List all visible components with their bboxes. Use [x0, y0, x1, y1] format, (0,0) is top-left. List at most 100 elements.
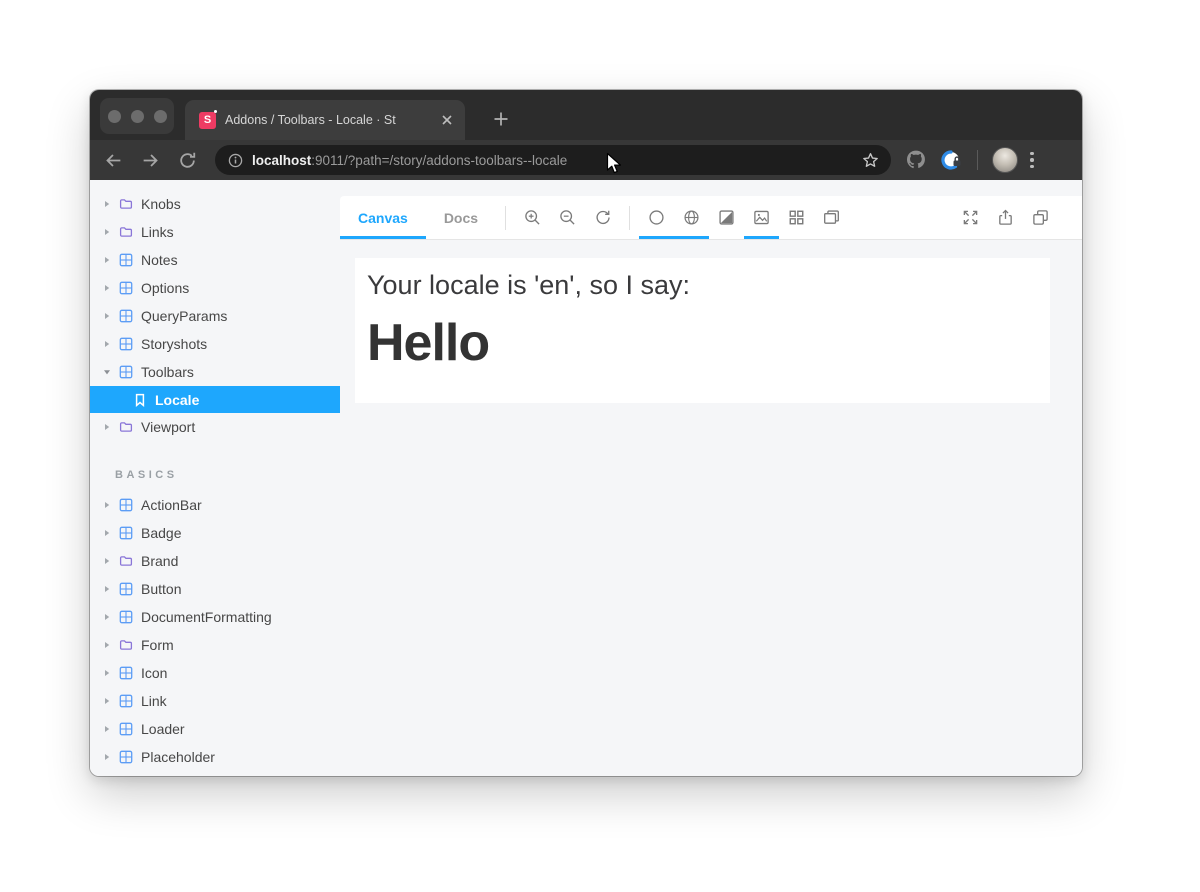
- folder-icon: [119, 197, 133, 211]
- tab-docs[interactable]: Docs: [426, 196, 496, 239]
- bookmark-icon: [133, 393, 147, 407]
- story-locale-line: Your locale is 'en', so I say:: [367, 270, 1050, 301]
- chevron-right-icon: [103, 585, 111, 593]
- chevron-right-icon: [103, 529, 111, 537]
- chevron-right-icon: [103, 228, 111, 236]
- sidebar-item-label: Links: [141, 224, 174, 240]
- tab-close-icon[interactable]: [439, 112, 455, 128]
- browser-menu-button[interactable]: [1030, 152, 1034, 169]
- back-button[interactable]: [104, 151, 123, 170]
- chevron-right-icon: [103, 423, 111, 431]
- component-icon: [119, 253, 133, 267]
- sidebar-item-label: Button: [141, 581, 181, 597]
- sidebar-item-label: Storyshots: [141, 336, 207, 352]
- minimize-window-button[interactable]: [131, 110, 144, 123]
- sidebar-item-notes[interactable]: Notes: [90, 246, 340, 274]
- chevron-right-icon: [103, 501, 111, 509]
- component-icon: [119, 610, 133, 624]
- storybook-favicon-icon: S: [199, 112, 216, 129]
- sidebar-item-label: Icon: [141, 665, 167, 681]
- sidebar-item-loader[interactable]: Loader: [90, 715, 340, 743]
- chevron-right-icon: [103, 256, 111, 264]
- sidebar-item-locale-selected[interactable]: Locale: [90, 386, 340, 413]
- sidebar-item-label: Toolbars: [141, 364, 194, 380]
- new-tab-button[interactable]: [492, 110, 510, 128]
- toolbar-divider: [629, 206, 630, 230]
- address-bar[interactable]: localhost:9011/?path=/story/addons-toolb…: [215, 145, 891, 175]
- component-icon: [119, 365, 133, 379]
- maximize-window-button[interactable]: [154, 110, 167, 123]
- sidebar-item-link[interactable]: Link: [90, 687, 340, 715]
- browser-window: S Addons / Toolbars - Locale · St localh…: [90, 90, 1082, 776]
- window-controls: [100, 98, 174, 134]
- sidebar-item-links[interactable]: Links: [90, 218, 340, 246]
- forward-button[interactable]: [141, 151, 160, 170]
- component-icon: [119, 582, 133, 596]
- sidebar-item-queryparams[interactable]: QueryParams: [90, 302, 340, 330]
- story-card: Your locale is 'en', so I say: Hello: [355, 258, 1050, 403]
- sidebar-item-label: DocumentFormatting: [141, 609, 272, 625]
- open-canvas-new-tab-button[interactable]: [988, 196, 1023, 239]
- fullscreen-button[interactable]: [953, 196, 988, 239]
- sidebar-item-label: Badge: [141, 525, 181, 541]
- grid-toggle-button[interactable]: [779, 196, 814, 239]
- background-toggle-button[interactable]: [639, 196, 674, 239]
- component-icon: [119, 309, 133, 323]
- folder-icon: [119, 554, 133, 568]
- zoom-out-button[interactable]: [550, 196, 585, 239]
- zoom-in-button[interactable]: [515, 196, 550, 239]
- storybook-sidebar: Knobs Links Notes Options QueryParams: [90, 180, 340, 776]
- browser-titlebar: S Addons / Toolbars - Locale · St: [90, 90, 1082, 140]
- sidebar-item-placeholder[interactable]: Placeholder: [90, 743, 340, 771]
- component-icon: [119, 498, 133, 512]
- story-canvas: Your locale is 'en', so I say: Hello: [340, 240, 1082, 776]
- story-greeting-text: Hello: [367, 313, 1050, 373]
- contrast-theme-button[interactable]: [709, 196, 744, 239]
- sidebar-item-label: Locale: [155, 392, 199, 408]
- sidebar-item-form[interactable]: Form: [90, 631, 340, 659]
- bookmark-star-icon[interactable]: [862, 152, 879, 169]
- sidebar-item-options[interactable]: Options: [90, 274, 340, 302]
- sidebar-item-label: ActionBar: [141, 497, 202, 513]
- sidebar-item-button[interactable]: Button: [90, 575, 340, 603]
- chevron-right-icon: [103, 641, 111, 649]
- sidebar-item-documentformatting[interactable]: DocumentFormatting: [90, 603, 340, 631]
- sidebar-item-icon[interactable]: Icon: [90, 659, 340, 687]
- chevron-right-icon: [103, 284, 111, 292]
- image-snapshot-button[interactable]: [744, 196, 779, 239]
- profile-avatar[interactable]: [992, 147, 1018, 173]
- preview-toolbar: Canvas Docs: [340, 196, 1082, 240]
- sidebar-item-label: QueryParams: [141, 308, 227, 324]
- sidebar-item-badge[interactable]: Badge: [90, 519, 340, 547]
- browser-navbar: localhost:9011/?path=/story/addons-toolb…: [90, 140, 1082, 180]
- url-path: :9011/?path=/story/addons-toolbars--loca…: [311, 153, 567, 168]
- github-extension-icon[interactable]: [905, 149, 927, 171]
- chevron-right-icon: [103, 753, 111, 761]
- copy-link-button[interactable]: [1023, 196, 1058, 239]
- sidebar-item-actionbar[interactable]: ActionBar: [90, 491, 340, 519]
- windows-cascade-button[interactable]: [814, 196, 849, 239]
- chevron-right-icon: [103, 557, 111, 565]
- sidebar-item-knobs[interactable]: Knobs: [90, 190, 340, 218]
- sidebar-item-toolbars[interactable]: Toolbars: [90, 358, 340, 386]
- zoom-reset-button[interactable]: [585, 196, 620, 239]
- browser-tab[interactable]: S Addons / Toolbars - Locale · St: [185, 100, 465, 140]
- sidebar-item-viewport[interactable]: Viewport: [90, 413, 340, 441]
- close-window-button[interactable]: [108, 110, 121, 123]
- component-icon: [119, 722, 133, 736]
- tab-canvas[interactable]: Canvas: [340, 196, 426, 239]
- sidebar-item-brand[interactable]: Brand: [90, 547, 340, 575]
- component-icon: [119, 750, 133, 764]
- locale-globe-button[interactable]: [674, 196, 709, 239]
- reload-button[interactable]: [178, 151, 197, 170]
- tab-title: Addons / Toolbars - Locale · St: [225, 113, 430, 127]
- chevron-right-icon: [103, 697, 111, 705]
- chevron-right-icon: [103, 613, 111, 621]
- component-icon: [119, 281, 133, 295]
- site-info-icon[interactable]: [228, 153, 243, 168]
- password-extension-icon[interactable]: [941, 149, 963, 171]
- chevron-right-icon: [103, 200, 111, 208]
- chevron-right-icon: [103, 312, 111, 320]
- sidebar-item-storyshots[interactable]: Storyshots: [90, 330, 340, 358]
- sidebar-item-label: Brand: [141, 553, 178, 569]
